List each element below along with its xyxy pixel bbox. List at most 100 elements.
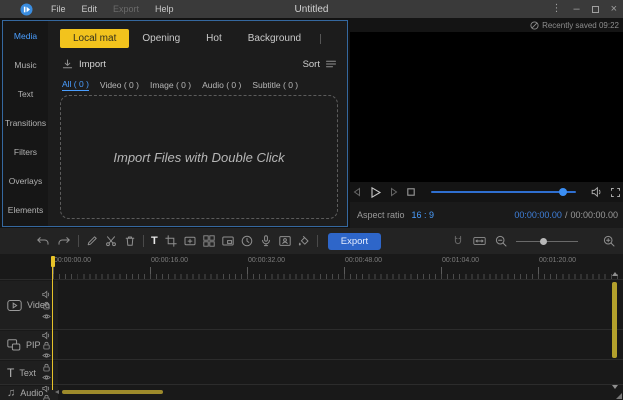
delete-trash-icon[interactable] [124, 235, 136, 247]
voiceover-mic-icon[interactable] [260, 235, 272, 247]
timecode-display: 00:00:00.00 / 00:00:00.00 [514, 210, 618, 220]
sidebar-item-filters[interactable]: Filters [3, 137, 48, 166]
close-button[interactable]: × [611, 3, 617, 15]
play-icon[interactable] [369, 186, 382, 199]
text-track-label: Text [19, 367, 36, 378]
fit-timeline-icon[interactable] [473, 235, 486, 247]
scroll-left-arrow[interactable] [55, 390, 59, 394]
zoom-out-icon[interactable] [495, 235, 507, 247]
tab-hot[interactable]: Hot [193, 29, 235, 48]
media-tabs: Local mat Opening Hot Background [60, 29, 347, 48]
preview-screen [350, 32, 623, 182]
library-sidebar: Media Music Text Transitions Filters Ove… [3, 21, 48, 226]
import-icon[interactable] [62, 59, 73, 70]
tab-opening[interactable]: Opening [129, 29, 193, 48]
pip-tool-icon[interactable] [222, 235, 234, 247]
maximize-button[interactable] [591, 5, 599, 13]
lock-track-icon[interactable] [42, 363, 51, 372]
scroll-up-arrow[interactable] [612, 272, 618, 276]
titlebar: File Edit Export Help Untitled ⋮ – × [0, 0, 623, 18]
media-type-filters: All ( 0 ) Video ( 0 ) Image ( 0 ) Audio … [62, 79, 347, 91]
media-content: Local mat Opening Hot Background Import … [48, 21, 347, 226]
pip-track-lane[interactable] [59, 331, 613, 359]
visibility-eye-icon[interactable] [42, 312, 51, 321]
minimize-button[interactable]: – [573, 3, 579, 15]
tab-local-material[interactable]: Local mat [60, 29, 130, 48]
filter-image[interactable]: Image ( 0 ) [150, 80, 191, 90]
sidebar-item-transitions[interactable]: Transitions [3, 108, 48, 137]
tab-background[interactable]: Background [235, 29, 314, 48]
import-dropzone[interactable]: Import Files with Double Click [60, 95, 338, 219]
text-tool-icon[interactable]: T [151, 235, 158, 247]
sort-control[interactable]: Sort [303, 58, 337, 70]
sidebar-item-overlays[interactable]: Overlays [3, 166, 48, 195]
menu-edit[interactable]: Edit [74, 4, 106, 14]
menu-export[interactable]: Export [105, 4, 147, 14]
pip-track-label: PIP [26, 340, 41, 350]
split-scissors-icon[interactable] [105, 235, 117, 247]
text-track-lane[interactable] [59, 361, 613, 384]
lock-track-icon[interactable] [42, 341, 51, 350]
visibility-eye-icon[interactable] [42, 351, 51, 360]
volume-icon[interactable] [591, 186, 603, 198]
add-box-icon[interactable] [184, 235, 196, 247]
timecode-separator: / [564, 210, 568, 220]
previous-frame-icon[interactable] [352, 187, 362, 197]
sidebar-item-text[interactable]: Text [3, 79, 48, 108]
total-timecode: 00:00:00.00 [570, 210, 618, 220]
chroma-key-icon[interactable] [279, 235, 291, 247]
visibility-eye-icon[interactable] [42, 373, 51, 382]
current-timecode: 00:00:00.00 [514, 210, 562, 220]
filter-all[interactable]: All ( 0 ) [62, 79, 89, 91]
edit-pencil-icon[interactable] [86, 235, 98, 247]
sidebar-item-elements[interactable]: Elements [3, 195, 48, 224]
crop-icon[interactable] [165, 235, 177, 247]
color-fill-icon[interactable] [298, 235, 310, 247]
fullscreen-icon[interactable] [610, 187, 621, 198]
aspect-ratio-value[interactable]: 16 : 9 [412, 210, 435, 220]
mute-track-icon[interactable] [42, 331, 51, 340]
video-track-lane[interactable] [59, 281, 613, 329]
menu-file[interactable]: File [43, 4, 74, 14]
lock-track-icon[interactable] [42, 301, 51, 310]
undo-icon[interactable] [36, 235, 50, 247]
next-frame-icon[interactable] [389, 187, 399, 197]
seek-thumb[interactable] [559, 188, 567, 196]
ruler-minor-ticks [53, 274, 623, 279]
export-button[interactable]: Export [327, 232, 382, 250]
mosaic-icon[interactable] [203, 235, 215, 247]
magnet-icon[interactable] [452, 235, 464, 247]
redo-icon[interactable] [57, 235, 71, 247]
horizontal-scrollbar[interactable] [62, 390, 163, 394]
import-label[interactable]: Import [79, 59, 106, 70]
mute-track-icon[interactable] [42, 290, 51, 299]
filter-audio[interactable]: Audio ( 0 ) [202, 80, 241, 90]
ruler-label: 00:01:04.00 [442, 257, 479, 264]
ruler-label: 00:01:20.00 [539, 257, 576, 264]
timeline-zoom-slider[interactable] [516, 237, 578, 245]
lock-track-icon[interactable] [42, 394, 51, 400]
text-track-icon: T [7, 365, 15, 380]
stop-icon[interactable] [406, 187, 416, 197]
scroll-down-arrow[interactable] [612, 385, 618, 389]
more-menu-icon[interactable]: ⋮ [551, 4, 561, 14]
mute-track-icon[interactable] [42, 386, 51, 393]
playhead-line[interactable] [52, 256, 53, 390]
toolbar-divider [78, 235, 79, 247]
video-track-icon [7, 299, 22, 312]
menu-help[interactable]: Help [147, 4, 182, 14]
filter-video[interactable]: Video ( 0 ) [100, 80, 139, 90]
sidebar-item-music[interactable]: Music [3, 50, 48, 79]
timeline-ruler[interactable]: 00:00:00.00 00:00:16.00 00:00:32.00 00:0… [0, 254, 623, 280]
sidebar-item-media[interactable]: Media [3, 21, 48, 50]
filter-subtitle[interactable]: Subtitle ( 0 ) [252, 80, 298, 90]
seek-slider[interactable] [431, 188, 576, 196]
vertical-scrollbar[interactable] [612, 282, 617, 358]
resize-grip[interactable] [616, 393, 622, 399]
pip-track-icon [7, 339, 21, 351]
ruler-label: 00:00:48.00 [345, 257, 382, 264]
speed-clock-icon[interactable] [241, 235, 253, 247]
timeline-zoom-controls [452, 235, 615, 247]
zoom-in-icon[interactable] [603, 235, 615, 247]
timeline-zoom-thumb[interactable] [540, 237, 547, 245]
